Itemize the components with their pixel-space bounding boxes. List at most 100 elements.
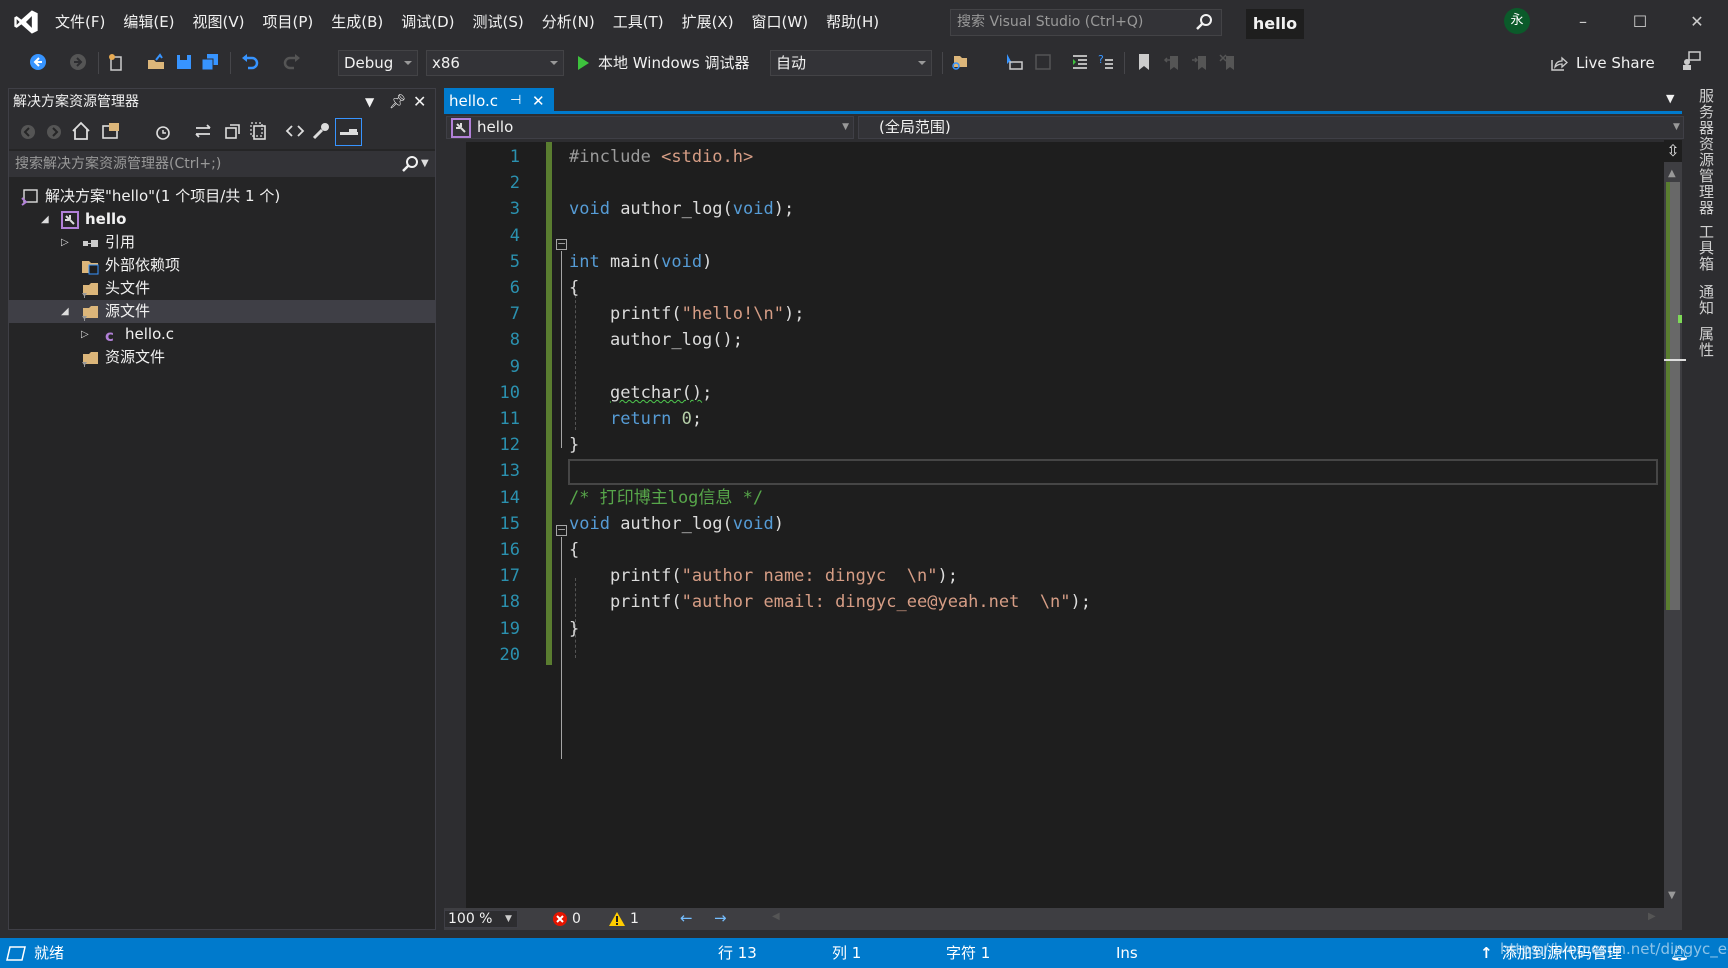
code-editor[interactable]: 1 2 3 4 5 6 7 8 9 10 11 12 13 14 15 16 17 18 19 20 − − #inc… (444, 142, 1664, 908)
code-token: return (609, 409, 672, 429)
new-item-icon[interactable] (106, 52, 126, 72)
close-button[interactable]: ✕ (1674, 8, 1720, 36)
start-debugging-button[interactable]: 本地 Windows 调试器 (574, 50, 762, 76)
tree-item-label: hello (85, 210, 127, 228)
expanded-arrow-icon[interactable]: ◢ (61, 300, 69, 323)
configuration-dropdown[interactable]: Debug (338, 50, 418, 76)
tree-item[interactable]: 资源文件 (9, 346, 435, 369)
code-line: void author_log(void) (569, 511, 784, 537)
pending-changes-filter-icon[interactable] (153, 121, 173, 141)
select-object-icon[interactable] (1004, 52, 1024, 72)
scope-dropdown[interactable]: (全局范围) ▼ (858, 116, 1684, 139)
sync-with-active-document-icon[interactable] (193, 121, 213, 141)
search-visual-studio-input[interactable]: 搜索 Visual Studio (Ctrl+Q) (950, 9, 1222, 36)
zoom-level-dropdown[interactable]: 100 % ▼ (444, 910, 518, 928)
menu-edit[interactable]: 编辑(E) (114, 7, 183, 37)
code-token: "hello!\n" (681, 304, 784, 325)
scroll-down-icon[interactable]: ▼ (1668, 890, 1676, 901)
collapse-main-icon[interactable]: − (556, 238, 567, 250)
next-issue-arrow-icon[interactable]: → (714, 909, 727, 927)
standard-toolbar: Debug x86 本地 Windows 调试器 自动 ? Live Share (0, 44, 1728, 82)
menu-help[interactable]: 帮助(H) (817, 7, 888, 37)
menu-view[interactable]: 视图(V) (184, 7, 254, 37)
preview-selected-items-toggle[interactable] (335, 118, 362, 146)
menu-test[interactable]: 测试(S) (464, 7, 533, 37)
close-panel-icon[interactable]: ✕ (413, 89, 426, 115)
user-avatar[interactable]: 永 (1504, 8, 1530, 34)
menu-project[interactable]: 项目(P) (254, 7, 323, 37)
menu-window[interactable]: 窗口(W) (743, 7, 818, 37)
tab-overflow-dropdown-icon[interactable]: ▼ (1666, 92, 1674, 105)
scroll-left-icon[interactable]: ◀ (772, 911, 780, 922)
previous-bookmark-icon[interactable] (1162, 52, 1182, 72)
find-in-files-icon[interactable] (950, 52, 970, 72)
back-icon[interactable] (19, 123, 37, 141)
navigate-forward-icon[interactable] (68, 52, 88, 72)
collapse-all-icon[interactable] (223, 121, 243, 141)
save-icon[interactable] (174, 52, 194, 72)
undo-icon[interactable] (240, 52, 260, 72)
forward-icon[interactable] (45, 123, 63, 141)
bookmark-icon[interactable] (1134, 52, 1154, 72)
maximize-button[interactable]: ☐ (1617, 8, 1663, 36)
menu-debug[interactable]: 调试(D) (392, 7, 463, 37)
scroll-right-icon[interactable]: ▶ (1648, 911, 1656, 922)
menu-build[interactable]: 生成(B) (322, 7, 392, 37)
tree-item[interactable]: ◢ 源文件 (9, 300, 435, 323)
menu-extensions[interactable]: 扩展(X) (673, 7, 743, 37)
collapsed-arrow-icon[interactable]: ▷ (61, 231, 69, 254)
solution-explorer-search-input[interactable]: 搜索解决方案资源管理器(Ctrl+;) ▼ (9, 151, 435, 177)
notifications-tab[interactable]: 通知 (1696, 284, 1717, 316)
tree-item[interactable]: 解决方案"hello"(1 个项目/共 1 个) (9, 185, 435, 208)
redo-icon[interactable] (282, 52, 302, 72)
error-count-button[interactable]: 0 (552, 910, 581, 928)
menu-analyze[interactable]: 分析(N) (533, 7, 604, 37)
open-file-icon[interactable] (146, 52, 166, 72)
code-line: return 0; (569, 406, 702, 432)
expanded-arrow-icon[interactable]: ◢ (41, 208, 49, 231)
tree-item[interactable]: 头文件 (9, 277, 435, 300)
vertical-scrollbar[interactable]: ⇳ ▲ ▼ (1664, 140, 1686, 908)
tree-item[interactable]: ▷ c hello.c (9, 323, 435, 346)
home-icon[interactable] (71, 121, 91, 141)
notification-bell-icon[interactable]: 🔔︎ (1670, 938, 1689, 968)
pin-icon[interactable]: 📌︎ (389, 89, 407, 115)
switch-views-icon[interactable] (101, 121, 123, 141)
next-bookmark-icon[interactable] (1190, 52, 1210, 72)
menu-file[interactable]: 文件(F) (46, 7, 114, 37)
project-value: hello (477, 118, 514, 136)
view-code-icon[interactable] (285, 121, 305, 141)
properties-wrench-icon[interactable] (311, 121, 331, 141)
scroll-up-icon[interactable]: ▲ (1668, 168, 1676, 179)
run-mode-dropdown[interactable]: 自动 (770, 50, 932, 76)
platform-dropdown[interactable]: x86 (426, 50, 564, 76)
tree-item[interactable]: ◢ hello (9, 208, 435, 231)
show-all-files-icon[interactable] (249, 121, 269, 141)
tree-item[interactable]: ▷ 引用 (9, 231, 435, 254)
navigate-back-icon[interactable] (28, 52, 48, 72)
collapsed-arrow-icon[interactable]: ▷ (81, 323, 89, 346)
warning-count-button[interactable]: 1 (608, 910, 639, 928)
window-position-dropdown-icon[interactable]: ▼ (365, 89, 374, 115)
project-dropdown[interactable]: hello ▼ (446, 116, 854, 139)
minimize-button[interactable]: – (1560, 8, 1606, 36)
previous-issue-arrow-icon[interactable]: ← (680, 909, 693, 927)
save-all-icon[interactable] (200, 52, 220, 72)
code-line: getchar(); (569, 380, 712, 406)
clear-bookmarks-icon[interactable] (1218, 52, 1238, 72)
error-count: 0 (572, 911, 581, 927)
server-explorer-tab[interactable]: 服务器资源管理器 (1696, 88, 1717, 216)
feedback-icon[interactable] (1680, 50, 1702, 72)
properties-tab[interactable]: 属性 (1696, 326, 1717, 358)
live-share-button[interactable]: Live Share (1550, 50, 1655, 76)
toolbox-tab[interactable]: 工具箱 (1696, 224, 1717, 272)
menu-tools[interactable]: 工具(T) (604, 7, 673, 37)
tree-item[interactable]: 外部依赖项 (9, 254, 435, 277)
split-window-icon[interactable]: ⇳ (1664, 140, 1682, 162)
outdent-icon[interactable]: ? (1096, 52, 1116, 72)
indent-icon[interactable] (1070, 52, 1090, 72)
search-options-chevron-icon[interactable]: ▼ (421, 151, 429, 177)
collapse-author-log-icon[interactable]: − (556, 524, 567, 536)
comment-lines-icon[interactable] (1032, 52, 1052, 72)
